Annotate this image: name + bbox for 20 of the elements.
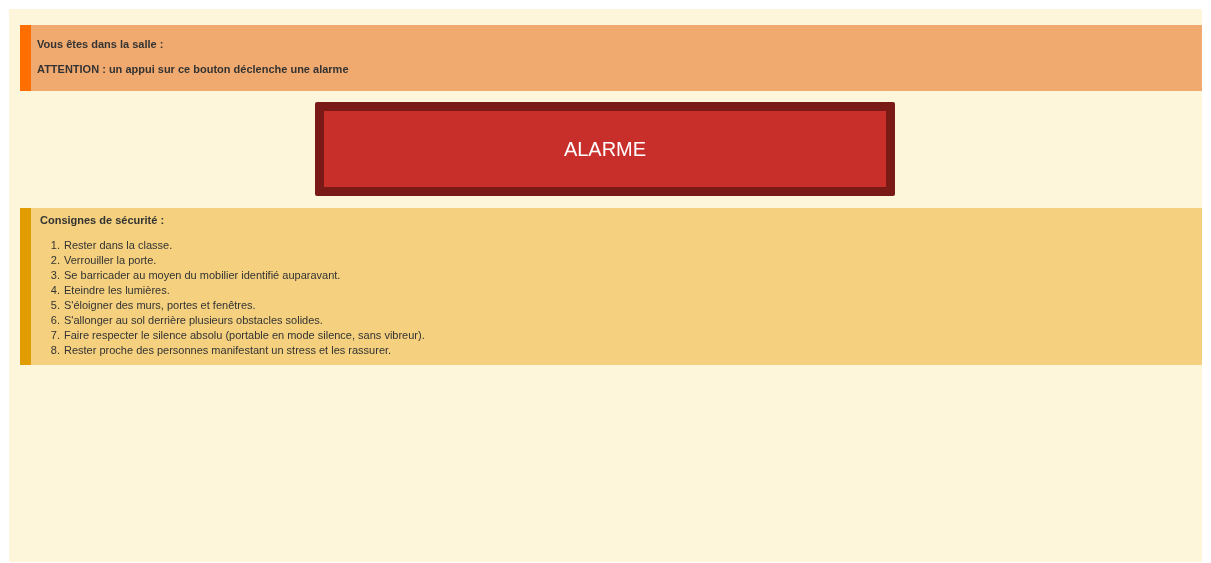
safety-instruction: Rester proche des personnes manifestant un stress et les rassurer.: [64, 342, 392, 358]
item-number: 7.: [49, 327, 61, 343]
safety-instruction: Se barricader au moyen du mobilier identifié auparavant.: [64, 267, 341, 283]
alarm-button[interactable]: ALARME: [315, 102, 895, 196]
item-number: 3.: [49, 267, 61, 283]
item-number: 5.: [49, 297, 61, 313]
safety-instruction: S'allonger au sol derrière plusieurs obstacles solides.: [64, 312, 323, 328]
room-label: Vous êtes dans la salle :: [37, 37, 165, 52]
item-number: 6.: [49, 312, 61, 328]
safety-instruction: S'éloigner des murs, portes et fenêtres.: [64, 297, 256, 313]
warning-text: ATTENTION : un appui sur ce bouton déclenche une alarme: [37, 61, 350, 77]
safety-instruction: Eteindre les lumières.: [64, 282, 170, 298]
item-number: 1.: [49, 237, 61, 253]
safety-instruction: Verrouiller la porte.: [64, 252, 157, 268]
safety-instruction: Rester dans la classe.: [64, 237, 173, 253]
item-number: 4.: [49, 282, 61, 298]
item-number: 2.: [49, 252, 61, 268]
item-number: 8.: [49, 342, 61, 358]
safety-title: Consignes de sécurité :: [40, 213, 166, 228]
safety-instruction: Faire respecter le silence absolu (portable en mode silence, sans vibreur).: [64, 327, 425, 343]
